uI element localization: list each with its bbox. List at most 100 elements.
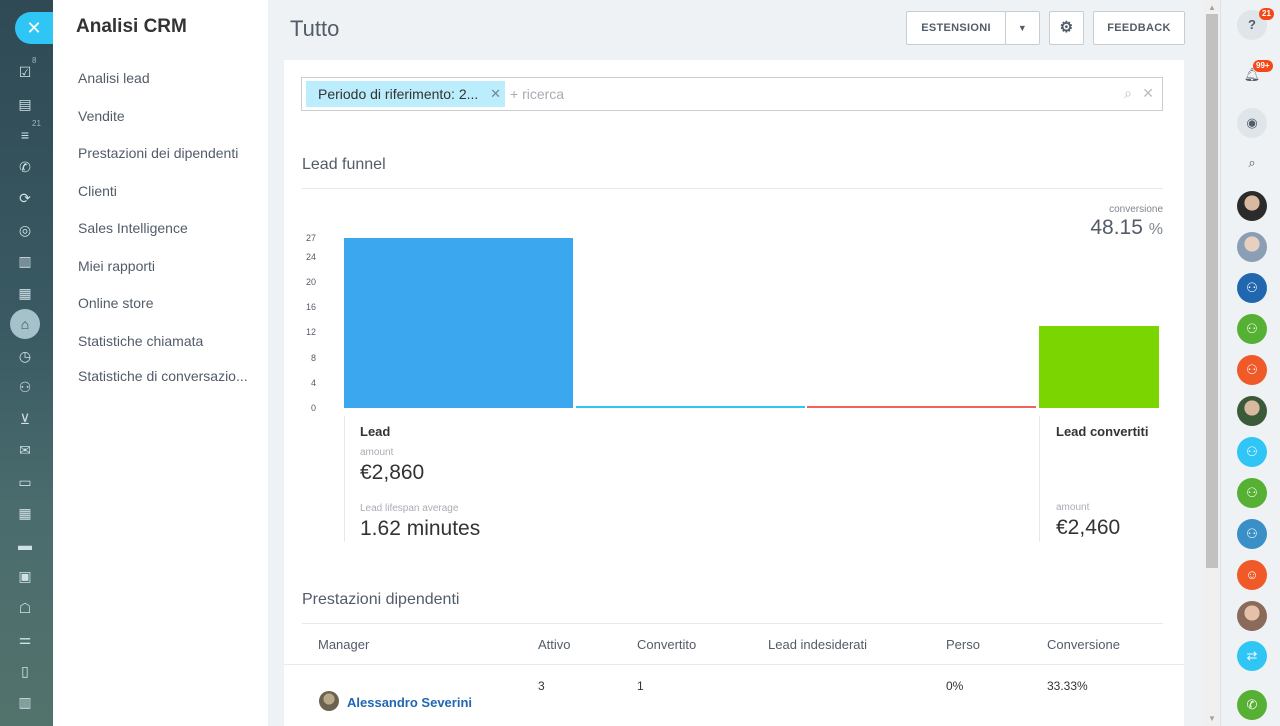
target-icon[interactable]: ◎ [15,220,35,240]
page-title: Tutto [290,16,340,41]
menu-item-clienti[interactable]: Clienti [78,183,117,199]
divider [1039,416,1040,542]
group-chat-icon[interactable]: ⚇ [1237,314,1267,344]
phone-icon[interactable]: ✆ [15,157,35,177]
funnel-bar[interactable] [576,406,805,408]
group-chat-icon[interactable]: ⚇ [1237,478,1267,508]
scroll-up-icon[interactable]: ▲ [1206,3,1218,12]
converted-stat-name: Lead convertiti [1056,424,1149,439]
close-icon[interactable]: ✕ [15,12,53,44]
left-navigation-rail: ✕ ☑ 8 ▤ ≡ 21 ✆ ⟳ ◎ ▥ ▦ ⌂ ◷ ⚇ ⊻ ✉ ▭ ▦ ▬ ▣ ☖ ⚌ ▯ ▥ [0,0,53,726]
y-tick-label: 20 [305,277,316,288]
robot-icon[interactable]: ☖ [15,598,35,618]
col-conversione[interactable]: Conversione [1047,637,1120,652]
sync-icon[interactable]: ⟳ [15,188,35,208]
group-chat-icon[interactable]: ⚇ [1237,355,1267,385]
menu-item-vendite[interactable]: Vendite [78,108,125,124]
group-chat-icon[interactable]: ⚇ [1237,273,1267,303]
drive-icon[interactable]: ▬ [15,535,35,555]
filter-chip-label: Periodo di riferimento: 2... [318,86,479,102]
window-icon[interactable]: ▭ [15,472,35,492]
chat-icon[interactable]: ◉ [1237,108,1267,138]
y-tick-label: 8 [310,352,316,363]
lead-amount-value: €2,860 [360,461,425,484]
filter-search-bar[interactable]: Periodo di riferimento: 2... ✕ + ricerca… [301,77,1163,111]
users-icon[interactable]: ⚇ [15,377,35,397]
scrollbar-thumb[interactable] [1206,14,1218,568]
y-tick-label: 0 [310,403,316,413]
document-icon[interactable]: ▯ [15,661,35,681]
contact-card-icon[interactable]: ▣ [15,566,35,586]
filter-icon[interactable]: ≡ [15,125,35,145]
chip-remove-icon[interactable]: ✕ [490,81,501,107]
funnel-bar[interactable] [344,238,573,408]
tasks-icon[interactable]: ☑ [15,62,35,82]
settings-gear-icon[interactable]: ⚙ [1049,11,1084,45]
menu-item-prestazioni[interactable]: Prestazioni dei dipendenti [78,145,238,161]
y-tick-label: 4 [310,377,316,388]
converted-amount-value: €2,460 [1056,516,1121,539]
avatar[interactable] [1237,601,1267,631]
scroll-down-icon[interactable]: ▼ [1206,714,1218,723]
user-icon[interactable]: ☺ [1237,560,1267,590]
notifications-badge: 99+ [1253,60,1273,72]
group-chat-icon[interactable]: ⚇ [1237,519,1267,549]
lead-amount-label: amount [360,447,394,458]
feedback-button[interactable]: FEEDBACK [1093,11,1185,45]
col-convertito[interactable]: Convertito [637,637,696,652]
y-tick-label: 27 [305,233,316,243]
filter-chip[interactable]: Periodo di riferimento: 2... ✕ [306,81,505,107]
col-attivo[interactable]: Attivo [538,637,571,652]
y-tick-label: 16 [305,302,316,313]
extensions-button[interactable]: ESTENSIONI [906,11,1006,45]
menu-item-sales-intelligence[interactable]: Sales Intelligence [78,220,188,236]
divider [344,416,345,542]
phone-icon[interactable]: ✆ [1237,690,1267,720]
cell-attivo: 3 [538,679,545,693]
mail-icon[interactable]: ✉ [15,440,35,460]
col-manager[interactable]: Manager [318,637,369,652]
avatar[interactable] [1237,396,1267,426]
feed-icon[interactable]: ▤ [15,94,35,114]
funnel-title: Lead funnel [302,156,386,173]
search-icon[interactable]: ⌕ [1237,148,1267,178]
col-lead-indesiderati[interactable]: Lead indesiderati [768,637,867,652]
menu-item-analisi-lead[interactable]: Analisi lead [78,70,150,86]
lead-stat-name: Lead [360,424,391,439]
menu-item-miei-rapporti[interactable]: Miei rapporti [78,258,155,274]
calendar-icon[interactable]: ▦ [15,503,35,523]
search-icon[interactable]: ⌕ [1124,85,1132,102]
menu-item-statistiche-conversazioni[interactable]: Statistiche di conversazio... [78,368,248,384]
avatar[interactable] [1237,232,1267,262]
converted-amount-label: amount [1056,502,1090,513]
help-badge: 21 [1259,8,1274,20]
crm-analytics-menu: Analisi CRM Analisi lead Vendite Prestaz… [53,0,268,726]
menu-item-statistiche-chiamata[interactable]: Statistiche chiamata [78,333,203,349]
cart-icon[interactable]: ⊻ [15,409,35,429]
transfer-icon[interactable]: ⇄ [1237,641,1267,671]
group-chat-icon[interactable]: ⚇ [1237,437,1267,467]
avatar[interactable] [1237,191,1267,221]
divider [302,623,1163,624]
col-perso[interactable]: Perso [946,637,980,652]
menu-item-online-store[interactable]: Online store [78,295,153,311]
book-icon[interactable]: ▥ [15,692,35,712]
search-input[interactable]: + ricerca [510,86,564,102]
clock-icon[interactable]: ◷ [15,346,35,366]
funnel-bar[interactable] [1039,326,1159,408]
y-tick-label: 24 [305,251,316,262]
crm-icon[interactable]: ⌂ [10,309,40,339]
rail-badge: 8 [32,56,37,65]
cell-perso: 0% [946,679,964,693]
conversion-value: 48.15 % [1090,216,1163,239]
lifespan-label: Lead lifespan average [360,503,459,514]
right-panel: ? 21 🔔︎ 99+ ◉ ⌕ ⚇ ⚇ ⚇ ⚇ ⚇ ⚇ ☺ ⇄ ✆ [1220,0,1280,726]
clear-icon[interactable]: ✕ [1142,85,1154,102]
extensions-dropdown-icon[interactable]: ▼ [1005,11,1040,45]
cell-conversione: 33.33% [1047,679,1088,693]
grid-icon[interactable]: ▦ [15,283,35,303]
analytics-icon[interactable]: ▥ [15,251,35,271]
settings-sliders-icon[interactable]: ⚌ [15,629,35,649]
manager-name-link[interactable]: Alessandro Severini [347,695,472,710]
funnel-bar[interactable] [807,406,1036,408]
